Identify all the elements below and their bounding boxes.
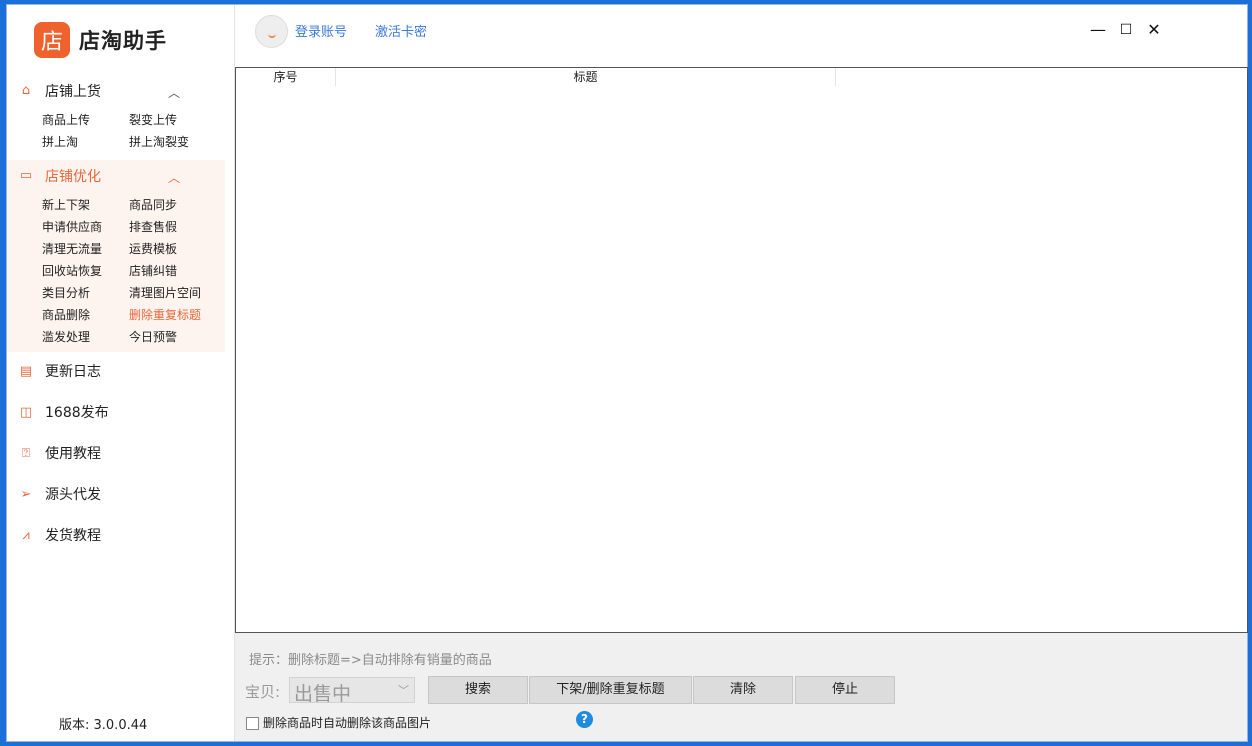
version-label: 版本: 3.0.0.44 [59,718,148,733]
menu-item-pin-fission[interactable]: 拼上淘裂变 [129,133,229,151]
app-logo: 店 店淘助手 [34,22,167,58]
nav-label: 1688发布 [45,405,109,421]
menu-item-category-analysis[interactable]: 类目分析 [42,284,129,302]
status-select[interactable]: 出售中 ﹀ [289,677,415,705]
clear-button[interactable]: 清除 [693,676,793,704]
maximize-button[interactable]: ☐ [1115,19,1137,41]
delist-delete-duplicate-button[interactable]: 下架/删除重复标题 [529,676,692,704]
menu-item-relist[interactable]: 新上下架 [42,196,129,214]
product-table[interactable]: 序号 标题 [235,67,1248,633]
send-icon: ➢ [20,486,32,502]
chart-icon: ⩘ [22,527,30,543]
nav-label: 发货教程 [45,528,101,544]
help-doc-icon: ⍰ [22,445,30,461]
activate-link[interactable]: 激活卡密 [375,21,427,40]
app-name: 店淘助手 [79,29,167,53]
chevron-down-icon: ﹀ [398,684,409,697]
shop-icon: ▭ [19,168,33,183]
store-icon: ⌂ [21,83,31,98]
menu-item-product-delete[interactable]: 商品删除 [42,306,129,324]
status-select-value: 出售中 [294,683,352,705]
menu-item-delete-duplicate-title[interactable]: 删除重复标题 [129,306,229,324]
sidebar: 店 店淘助手 ⌂ 店铺上货 ︿ 商品上传 裂变上传 拼上淘 拼上淘裂变 ▭ 店铺… [7,5,235,741]
nav-update-log[interactable]: ▤ 更新日志 [17,358,222,384]
close-button[interactable]: ✕ [1143,19,1165,41]
avatar[interactable] [255,15,288,48]
nav-source-dropship[interactable]: ➢ 源头代发 [17,481,222,507]
menu-item-shop-correction[interactable]: 店铺纠错 [129,262,229,280]
menu-item-check-fake[interactable]: 排查售假 [129,218,229,236]
menu-item-spam-handling[interactable]: 滥发处理 [42,328,129,346]
menu-item-apply-supplier[interactable]: 申请供应商 [42,218,129,236]
app-window: 店 店淘助手 ⌂ 店铺上货 ︿ 商品上传 裂变上传 拼上淘 拼上淘裂变 ▭ 店铺… [6,4,1248,742]
top-bar: 登录账号 激活卡密 — ☐ ✕ [235,5,1247,67]
column-header-index[interactable]: 序号 [236,68,336,86]
menu-item-fission-upload[interactable]: 裂变上传 [129,111,229,129]
item-status-label: 宝贝: [245,683,281,701]
nav-label: 更新日志 [45,364,101,380]
delete-images-checkbox[interactable] [246,717,259,730]
group-title: 店铺上货 [45,84,101,100]
menu-item-pin-to-tao[interactable]: 拼上淘 [42,133,129,151]
help-icon[interactable]: ? [576,711,593,728]
menu-item-clean-no-traffic[interactable]: 清理无流量 [42,240,129,258]
search-button[interactable]: 搜索 [428,676,528,704]
menu-item-shipping-template[interactable]: 运费模板 [129,240,229,258]
group-title: 店铺优化 [45,169,101,185]
tip-text: 提示：删除标题=>自动排除有销量的商品 [249,653,492,668]
sidebar-group-upload[interactable]: ⌂ 店铺上货 ︿ [17,78,222,104]
minimize-button[interactable]: — [1087,19,1109,41]
delete-images-label[interactable]: 删除商品时自动删除该商品图片 [263,714,431,731]
nav-1688-publish[interactable]: ◫ 1688发布 [17,399,222,425]
column-header-title[interactable]: 标题 [336,68,836,86]
menu-item-today-warning[interactable]: 今日预警 [129,328,229,346]
login-link[interactable]: 登录账号 [295,21,347,40]
bag-icon: ◫ [19,404,33,420]
chevron-up-icon[interactable]: ︿ [168,169,180,186]
optimize-menu: 新上下架 商品同步 申请供应商 排查售假 清理无流量 运费模板 回收站恢复 店铺… [42,196,229,346]
menu-item-recycle-restore[interactable]: 回收站恢复 [42,262,129,280]
menu-item-product-sync[interactable]: 商品同步 [129,196,229,214]
nav-tutorial[interactable]: ⍰ 使用教程 [17,440,222,466]
nav-label: 使用教程 [45,446,101,462]
nav-label: 源头代发 [45,487,101,503]
sidebar-group-optimize[interactable]: ▭ 店铺优化 ︿ [17,163,222,189]
avatar-smile-icon [267,32,276,38]
log-icon: ▤ [19,363,33,379]
upload-menu: 商品上传 裂变上传 拼上淘 拼上淘裂变 [42,111,229,151]
stop-button[interactable]: 停止 [795,676,895,704]
chevron-up-icon[interactable]: ︿ [168,84,180,101]
menu-item-clean-image-space[interactable]: 清理图片空间 [129,284,229,302]
nav-shipping-tutorial[interactable]: ⩘ 发货教程 [17,522,222,548]
logo-icon: 店 [34,22,70,58]
menu-item-product-upload[interactable]: 商品上传 [42,111,129,129]
bottom-panel: 提示：删除标题=>自动排除有销量的商品 宝贝: 出售中 ﹀ 搜索 下架/删除重复… [235,633,1247,741]
